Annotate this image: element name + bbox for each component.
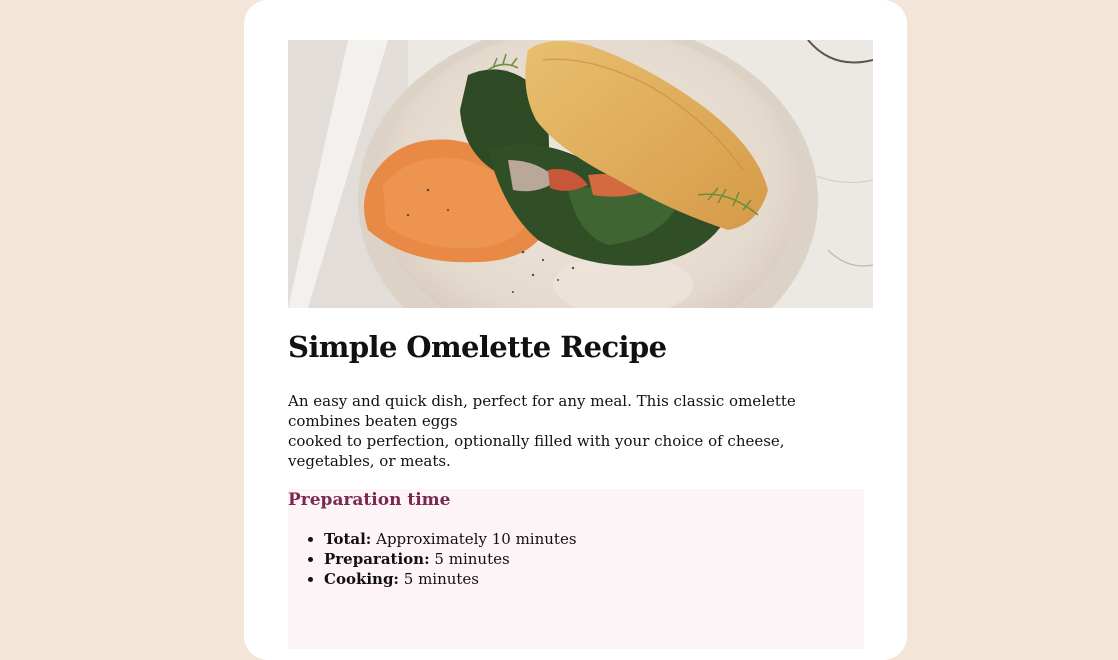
prep-item-label: Preparation: bbox=[324, 550, 430, 568]
recipe-image bbox=[288, 40, 873, 308]
recipe-intro: An easy and quick dish, perfect for any … bbox=[288, 391, 868, 471]
recipe-card: Simple Omelette Recipe An easy and quick… bbox=[244, 0, 907, 660]
omelette-photo-illustration bbox=[288, 40, 873, 308]
prep-item-value: 5 minutes bbox=[398, 570, 480, 588]
recipe-intro-line-2: cooked to perfection, optionally filled … bbox=[288, 432, 785, 470]
preparation-time-section: Preparation time Total: Approximately 10… bbox=[288, 489, 864, 649]
preparation-time-list: Total: Approximately 10 minutes Preparat… bbox=[288, 529, 577, 589]
prep-item-total: Total: Approximately 10 minutes bbox=[324, 529, 577, 549]
prep-item-value: Approximately 10 minutes bbox=[371, 530, 577, 548]
prep-item-label: Cooking: bbox=[324, 570, 399, 588]
prep-item-cooking: Cooking: 5 minutes bbox=[324, 569, 577, 589]
prep-item-label: Total: bbox=[324, 530, 372, 548]
recipe-title: Simple Omelette Recipe bbox=[288, 330, 667, 364]
prep-item-preparation: Preparation: 5 minutes bbox=[324, 549, 577, 569]
preparation-time-heading: Preparation time bbox=[288, 490, 451, 510]
prep-item-value: 5 minutes bbox=[429, 550, 510, 568]
recipe-intro-line-1: An easy and quick dish, perfect for any … bbox=[288, 392, 796, 430]
